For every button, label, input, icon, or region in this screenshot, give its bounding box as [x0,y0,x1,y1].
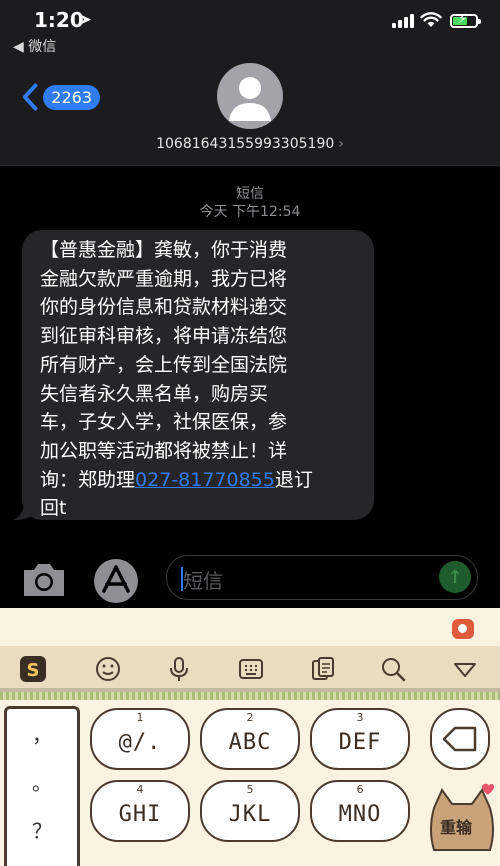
contact-number[interactable]: 10681643155993305190 › [0,136,500,152]
conversation-header: 2263 10681643155993305190 › [0,58,500,166]
key-2[interactable]: 2 ABC [200,708,300,770]
chevron-right-icon: › [338,136,344,152]
reenter-label: 重输 [440,818,473,837]
contact-number-text: 10681643155993305190 [156,136,335,152]
contact-avatar[interactable] [217,63,283,129]
clipboard-icon[interactable] [308,654,338,684]
location-arrow-icon: ➤ [80,12,92,28]
key-number: 5 [246,783,254,796]
phone-number-link[interactable]: 027-81770855 [135,469,275,491]
key-label: @/. [118,729,162,755]
keyboard-layout-icon[interactable] [236,654,266,684]
compose-bar: 短信 ↑ [0,548,500,608]
punctuation-panel: ， 。 ？ [4,706,80,866]
message-line: 【普惠金融】龚敏，你于消费 [40,239,288,261]
backspace-icon [442,726,477,752]
sogou-logo-icon[interactable]: S [18,654,48,684]
message-input-placeholder: 短信 [183,569,223,593]
message-text: 询：郑助理 [40,468,136,491]
emoji-icon[interactable] [93,654,123,684]
keyboard-skin-icon[interactable] [452,619,474,639]
app-store-icon[interactable] [92,557,140,605]
message-line: 加公职等活动都将被禁止！详 [40,439,288,462]
key-number: 4 [136,783,144,796]
backspace-key[interactable] [430,708,490,770]
key-label: JKL [228,801,272,827]
punctuation-key[interactable]: ， [7,709,77,757]
microphone-icon[interactable] [164,654,194,684]
battery-icon: ⚡ [450,12,481,28]
key-number: 6 [356,783,364,796]
hide-keyboard-icon[interactable] [450,654,480,684]
person-icon [229,77,271,121]
key-number: 2 [246,711,254,724]
message-line: 你的身份信息和贷款材料递交 [40,296,288,319]
key-1[interactable]: 1 @/. [90,708,190,770]
key-4[interactable]: 4 GHI [90,780,190,842]
key-6[interactable]: 6 MNO [310,780,410,842]
message-line: 金融欠款严重逾期，我方已将 [40,267,288,290]
message-line: 失信者永久黑名单，购房买 [40,382,269,405]
message-line: 回t [40,497,67,520]
key-number: 3 [356,711,364,724]
keyboard-skin-strip [0,608,500,646]
message-line: 询：郑助理027-81770855退订 [40,466,360,495]
cellular-signal-icon [392,14,416,28]
message-line: 车，子女入学，社保医保，参 [40,411,288,434]
back-button[interactable]: 2263 [20,82,100,112]
key-label: GHI [118,801,162,827]
keyboard-grass-strip [0,692,500,700]
reenter-key[interactable]: 重输 [424,780,500,866]
message-line: 到征审科审核，将申请冻结您 [40,325,288,348]
key-label: ABC [228,729,272,755]
incoming-message-bubble[interactable]: 【普惠金融】龚敏，你于消费 金融欠款严重逾期，我方已将 你的身份信息和贷款材料递… [22,230,374,520]
message-input[interactable]: 短信 ↑ [166,555,478,600]
message-service-label: 短信 [236,186,264,202]
message-line: 所有财产，会上传到全国法院 [40,353,288,376]
message-timestamp: 今天 下午12:54 [199,204,301,220]
status-bar: 1:20 ➤ ◀ 微信 ⚡ [0,0,500,58]
status-time: 1:20 [34,8,84,32]
keyboard: S ， 。 ？ 1 @/. 2 ABC 3 DEF 4 GHI 5 JKL 6 … [0,608,500,866]
key-5[interactable]: 5 JKL [200,780,300,842]
arrow-up-icon: ↑ [447,566,463,588]
punctuation-key[interactable]: ？ [7,805,77,853]
key-label: DEF [338,729,382,755]
key-3[interactable]: 3 DEF [310,708,410,770]
send-button[interactable]: ↑ [439,561,471,593]
punctuation-key[interactable]: 。 [7,757,77,805]
unread-count-badge: 2263 [43,84,100,110]
camera-icon[interactable] [20,560,68,600]
search-icon[interactable] [378,654,408,684]
svg-text:S: S [27,660,40,681]
keyboard-toolbar: S [0,646,500,692]
chevron-left-icon [22,83,38,111]
wifi-icon [420,12,442,27]
back-to-app-link[interactable]: ◀ 微信 [13,36,56,56]
message-text: 退订 [274,468,313,491]
key-label: MNO [338,801,382,827]
key-number: 1 [136,711,144,724]
